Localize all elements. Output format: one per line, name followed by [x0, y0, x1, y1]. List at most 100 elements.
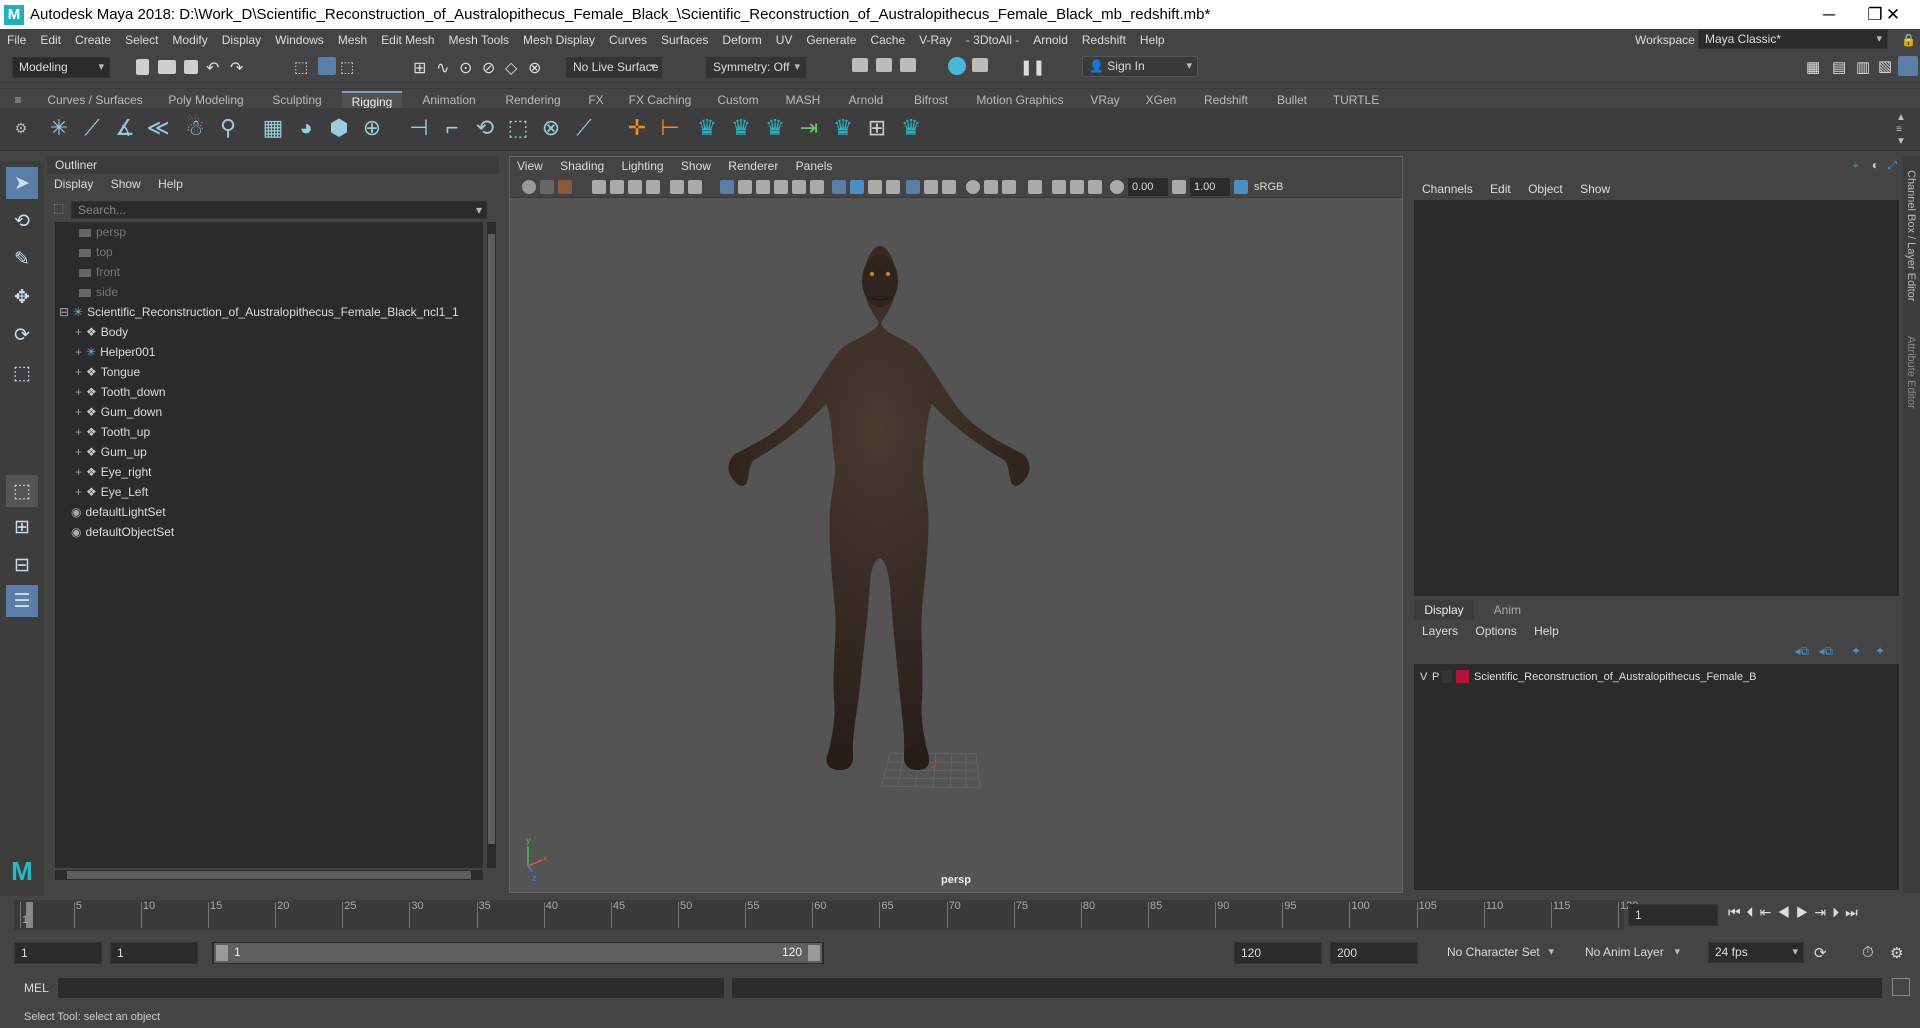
snap-grid-icon[interactable]: ⊞: [413, 58, 431, 77]
redshift-shelf-icon-4[interactable]: ♛: [828, 113, 858, 143]
shelf-tab-curves-surfaces[interactable]: Curves / Surfaces: [42, 91, 148, 109]
tree-item-helper001[interactable]: + ✳ Helper001: [75, 342, 155, 362]
outliner-menu-show[interactable]: Show: [104, 174, 148, 194]
range-slider-bar[interactable]: [214, 943, 822, 963]
step-forward-key-icon[interactable]: ⏵: [1832, 904, 1845, 920]
redshift-render-icon[interactable]: [948, 57, 966, 75]
go-to-end-icon[interactable]: ⏭: [1845, 904, 1864, 920]
menu-arnold[interactable]: Arnold: [1026, 33, 1075, 47]
lock-icon[interactable]: 🔒: [1894, 33, 1920, 47]
animation-start-field[interactable]: 1: [14, 942, 102, 964]
workspace-dropdown[interactable]: Maya Classic*: [1698, 29, 1888, 49]
animation-preferences-icon[interactable]: ⚙: [1890, 944, 1903, 962]
layer-visibility-toggle[interactable]: V: [1420, 668, 1427, 686]
point-constraint-icon[interactable]: ⌐: [437, 113, 467, 143]
select-component-icon[interactable]: ⬚: [340, 58, 358, 76]
layer-tab-anim[interactable]: Anim: [1477, 600, 1537, 620]
color-management-icon[interactable]: [1234, 180, 1248, 194]
collapse-icon[interactable]: ⊟: [59, 305, 69, 319]
xray-icon[interactable]: [1052, 180, 1066, 194]
bind-skin-icon[interactable]: ▦: [258, 113, 288, 143]
layer-color-swatch[interactable]: [1456, 670, 1469, 683]
quick-rig-icon[interactable]: ⚲: [213, 113, 243, 143]
channels-menu-object[interactable]: Object: [1521, 180, 1570, 198]
expand-icon[interactable]: +: [75, 385, 82, 399]
tree-item-eye-left[interactable]: + ❖ Eye_Left: [75, 482, 148, 502]
undo-icon[interactable]: ↶: [206, 58, 224, 77]
outliner-filter-icon[interactable]: ⬚: [53, 201, 64, 215]
shadows-icon[interactable]: [924, 180, 938, 194]
outliner-vertical-scrollbar[interactable]: [487, 222, 496, 868]
expand-icon[interactable]: +: [75, 425, 82, 439]
redo-icon[interactable]: ↷: [230, 58, 248, 77]
connect-icon[interactable]: ⇥: [794, 113, 824, 143]
attribute-editor-icon[interactable]: ▤: [1832, 58, 1850, 76]
use-all-lights-icon[interactable]: [906, 180, 920, 194]
menu-display[interactable]: Display: [215, 33, 268, 47]
outliner-horizontal-scrollbar[interactable]: [55, 870, 483, 880]
viewport-menu-shading[interactable]: Shading: [553, 157, 611, 176]
lasso-tool-icon[interactable]: ⟲: [6, 205, 38, 237]
save-scene-icon[interactable]: [184, 60, 198, 74]
play-backward-icon[interactable]: ◀: [1777, 904, 1796, 920]
shelf-tab-animation[interactable]: Animation: [412, 91, 486, 109]
cluster-icon[interactable]: ⊕: [357, 113, 387, 143]
select-tool-icon[interactable]: ➤: [6, 167, 38, 199]
menu-uv[interactable]: UV: [769, 33, 800, 47]
tree-item-gum-up[interactable]: + ❖ Gum_up: [75, 442, 147, 462]
pause-icon[interactable]: ❚❚: [1020, 58, 1045, 76]
shelf-tab-xgen[interactable]: XGen: [1138, 91, 1184, 109]
field-chart-icon[interactable]: [756, 180, 770, 194]
menu-mesh[interactable]: Mesh: [331, 33, 374, 47]
viewport-menu-panels[interactable]: Panels: [789, 157, 840, 176]
viewport-menu-renderer[interactable]: Renderer: [721, 157, 785, 176]
timeline-ruler[interactable]: 1 5 10 15 20 25 30 35 40 45 50 55 60 65 70 75 80 85 90 95 10…: [14, 900, 1638, 930]
bookmark-icon[interactable]: [558, 180, 572, 194]
scale-constraint-icon[interactable]: ⬚: [503, 113, 533, 143]
minimize-button[interactable]: ─: [1806, 0, 1852, 29]
snap-curve-icon[interactable]: ∿: [436, 58, 454, 77]
xray-components-icon[interactable]: [1088, 180, 1102, 194]
fps-dropdown[interactable]: 24 fps: [1708, 942, 1804, 963]
open-scene-icon[interactable]: [158, 60, 176, 74]
redshift-shelf-icon-2[interactable]: ♛: [726, 113, 756, 143]
menu-surfaces[interactable]: Surfaces: [654, 33, 715, 47]
xray-joints-icon[interactable]: [1070, 180, 1084, 194]
shelf-tab-bullet[interactable]: Bullet: [1268, 91, 1316, 109]
snap-point-icon[interactable]: ⊙: [459, 58, 477, 77]
anim-layer-dropdown[interactable]: No Anim Layer: [1578, 942, 1686, 963]
tree-item-default-object-set[interactable]: ◉ defaultObjectSet: [71, 522, 174, 542]
shelf-tab-poly-modeling[interactable]: Poly Modeling: [160, 91, 252, 109]
viewport-scene[interactable]: y x z persp: [510, 198, 1402, 892]
shelf-settings-icon[interactable]: ⚙: [6, 113, 36, 143]
smooth-shade-icon[interactable]: [850, 180, 864, 194]
select-hierarchy-icon[interactable]: ⬚: [294, 58, 312, 76]
channels-menu-show[interactable]: Show: [1573, 180, 1617, 198]
menu-vray[interactable]: V-Ray: [912, 33, 959, 47]
exposure-field[interactable]: 0.00: [1128, 178, 1168, 196]
redshift-shelf-icon-5[interactable]: ♛: [896, 113, 926, 143]
hypershade-icon[interactable]: [972, 58, 988, 72]
mode-dropdown[interactable]: Modeling: [12, 57, 110, 78]
multisample-icon[interactable]: [984, 180, 998, 194]
depth-of-field-icon[interactable]: [1002, 180, 1016, 194]
pole-vector-icon[interactable]: ⟋: [569, 113, 599, 143]
pan-zoom-icon[interactable]: [810, 180, 824, 194]
shelf-tab-fx-caching[interactable]: FX Caching: [622, 91, 698, 109]
channel-box-float-icon[interactable]: ⤢: [1887, 158, 1897, 173]
outliner-menu-display[interactable]: Display: [47, 174, 100, 194]
viewport-menu-lighting[interactable]: Lighting: [615, 157, 671, 176]
grid-toggle-icon[interactable]: [646, 180, 660, 194]
outliner-search-input[interactable]: Search... ▾: [71, 201, 487, 219]
shelf-tab-sculpting[interactable]: Sculpting: [262, 91, 332, 109]
tree-item-gum-down[interactable]: + ❖ Gum_down: [75, 402, 162, 422]
menu-mesh-tools[interactable]: Mesh Tools: [442, 33, 516, 47]
symmetry-dropdown[interactable]: Symmetry: Off: [706, 57, 806, 78]
viewport-menu-show[interactable]: Show: [674, 157, 718, 176]
snap-surface-icon[interactable]: ◇: [505, 58, 523, 77]
playback-end-field[interactable]: 120: [1234, 942, 1322, 964]
tree-item-tooth-down[interactable]: + ❖ Tooth_down: [75, 382, 166, 402]
tree-item-persp[interactable]: persp: [79, 222, 126, 242]
layer-tab-display[interactable]: Display: [1414, 600, 1474, 620]
tree-item-default-light-set[interactable]: ◉ defaultLightSet: [71, 502, 166, 522]
